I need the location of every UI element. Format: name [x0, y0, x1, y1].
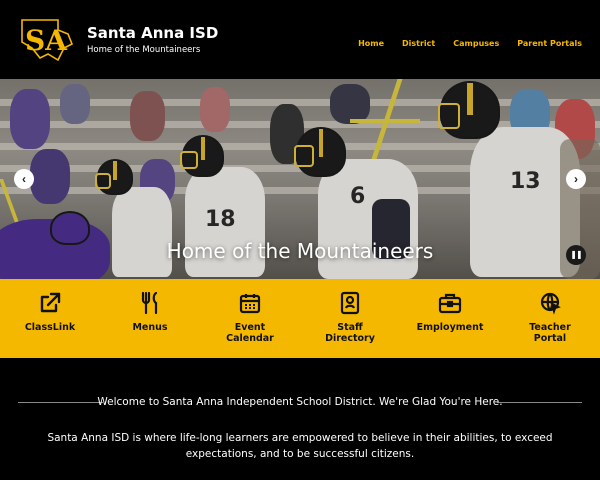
- contact-card-icon: [340, 291, 360, 315]
- quick-link-employment[interactable]: Employment: [400, 279, 500, 358]
- quick-link-label: Teacher Portal: [529, 322, 571, 344]
- quick-link-classlink[interactable]: ClassLink: [0, 279, 100, 358]
- nav-parent-portals[interactable]: Parent Portals: [517, 39, 582, 48]
- welcome-section: Welcome to Santa Anna Independent School…: [0, 358, 600, 480]
- chevron-right-icon: ›: [574, 172, 578, 186]
- nav-campuses[interactable]: Campuses: [453, 39, 499, 48]
- quick-link-label: Event Calendar: [226, 322, 274, 344]
- site-header: SA Santa Anna ISD Home of the Mountainee…: [0, 0, 600, 79]
- carousel-next-button[interactable]: ›: [566, 169, 586, 189]
- globe-cursor-icon: [540, 292, 561, 315]
- quick-link-teacher-portal[interactable]: Teacher Portal: [500, 279, 600, 358]
- quick-link-menus[interactable]: Menus: [100, 279, 200, 358]
- utensils-icon: [141, 291, 158, 315]
- site-tagline: Home of the Mountaineers: [87, 45, 201, 55]
- nav-district[interactable]: District: [402, 39, 435, 48]
- welcome-heading: Welcome to Santa Anna Independent School…: [97, 396, 503, 408]
- welcome-body: Santa Anna ISD is where life-long learne…: [47, 432, 553, 460]
- carousel-prev-button[interactable]: ‹: [14, 169, 34, 189]
- calendar-icon: [239, 294, 261, 314]
- site-title[interactable]: Santa Anna ISD: [87, 24, 218, 42]
- svg-text:SA: SA: [25, 24, 68, 57]
- quick-link-label: Staff Directory: [325, 322, 375, 344]
- hero-carousel: 18 6 13 Home of the Mountaineers ‹ › ❚❚: [0, 79, 600, 279]
- quick-link-label: Menus: [132, 322, 168, 333]
- external-link-icon: [40, 292, 61, 313]
- main-nav: Home District Campuses Parent Portals: [358, 39, 582, 48]
- quick-link-label: Employment: [416, 322, 484, 333]
- carousel-pause-button[interactable]: ❚❚: [566, 245, 586, 265]
- quick-link-label: ClassLink: [24, 322, 76, 333]
- quick-links-bar: ClassLink Menus Event Calendar Staff Dir…: [0, 279, 600, 358]
- quick-link-event-calendar[interactable]: Event Calendar: [200, 279, 300, 358]
- district-logo[interactable]: SA: [18, 14, 74, 64]
- pause-icon: ❚❚: [570, 250, 582, 259]
- hero-caption: Home of the Mountaineers: [166, 239, 434, 263]
- nav-home[interactable]: Home: [358, 39, 384, 48]
- briefcase-icon: [438, 293, 462, 314]
- quick-link-staff-directory[interactable]: Staff Directory: [300, 279, 400, 358]
- chevron-left-icon: ‹: [22, 172, 26, 186]
